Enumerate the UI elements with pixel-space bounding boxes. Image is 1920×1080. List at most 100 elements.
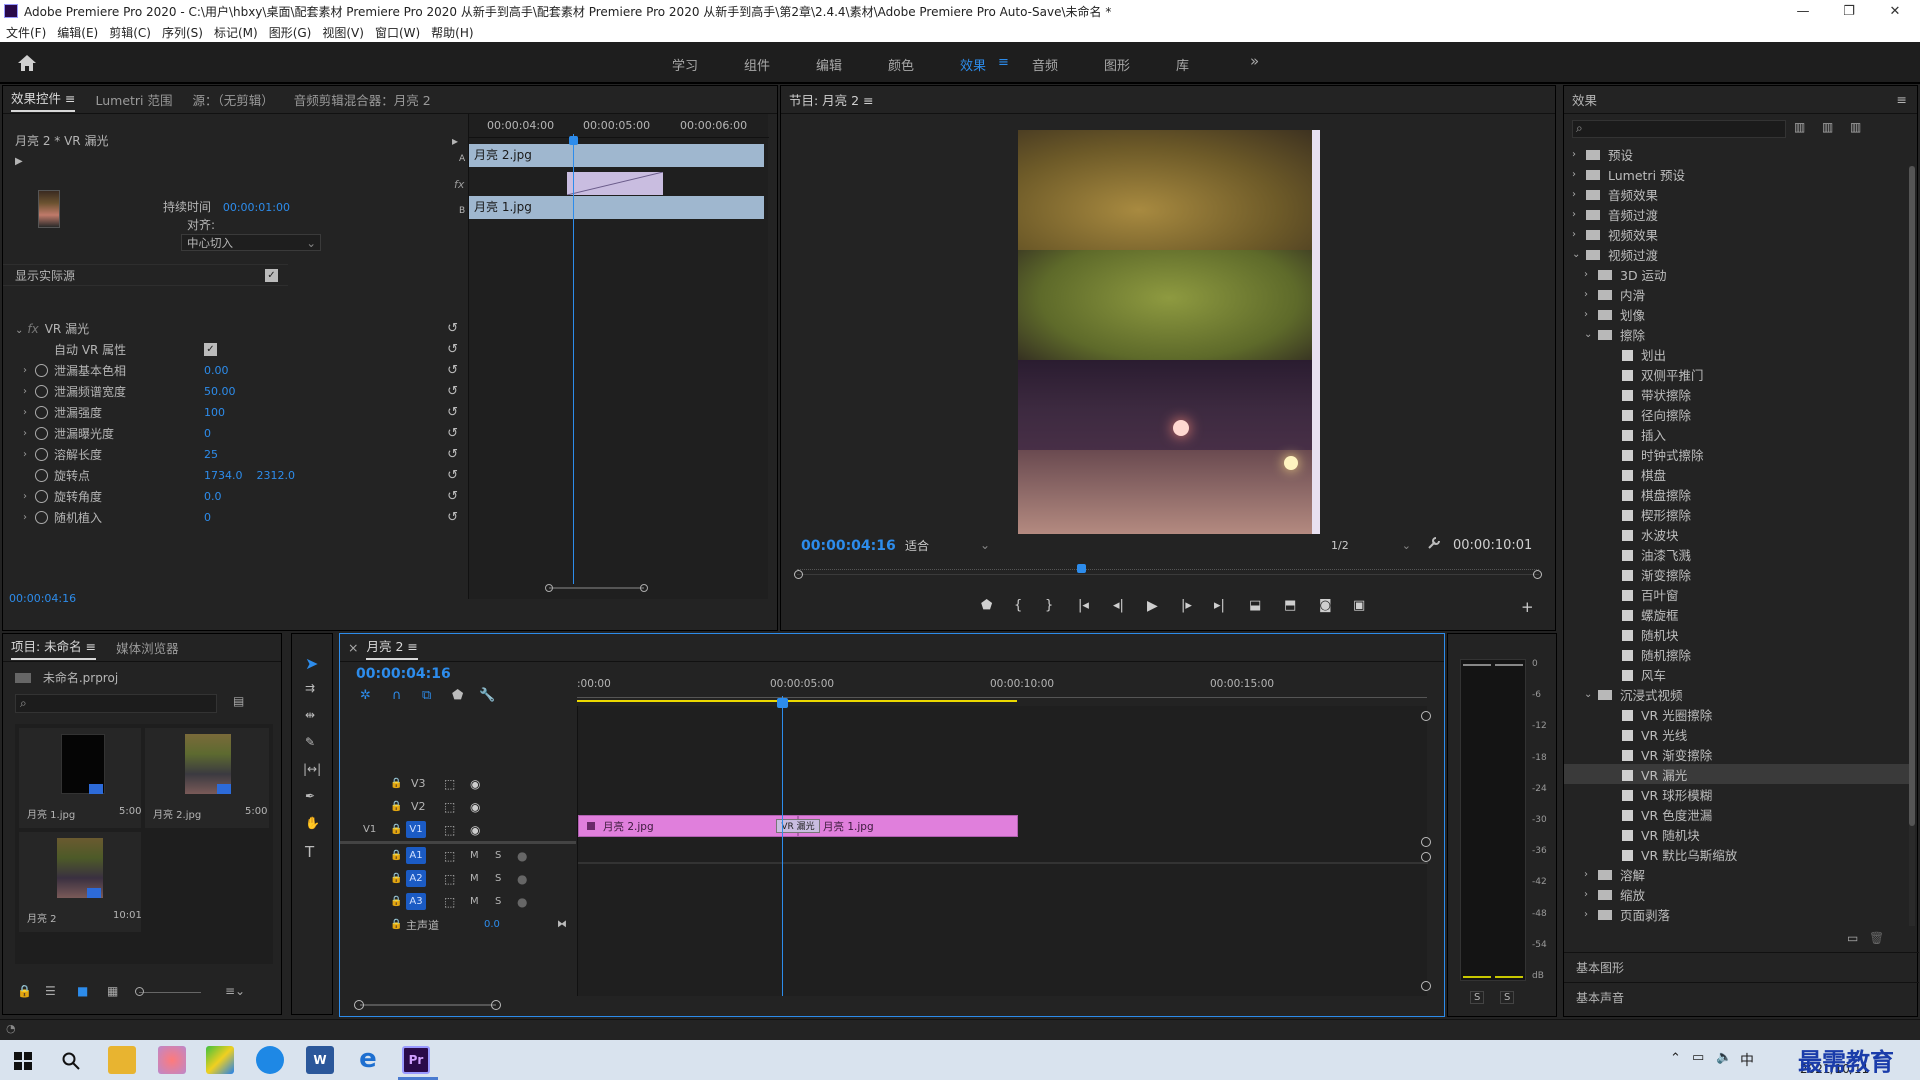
fit-dropdown[interactable]: 适合 ⌄ [905, 536, 990, 554]
effects-folder[interactable]: › 内滑 [1564, 284, 1909, 304]
eye-icon[interactable]: ◉ [470, 800, 480, 814]
expand-chevron-icon[interactable]: › [23, 428, 35, 439]
workspace-tab-libraries[interactable]: 库 [1176, 55, 1189, 74]
lock-icon[interactable]: 🔒 [390, 778, 402, 789]
chevron-down-icon[interactable]: ⌄ [1572, 249, 1586, 260]
minimize-button[interactable]: — [1780, 0, 1826, 22]
effects-scrollbar[interactable] [1909, 166, 1915, 926]
chevron-right-icon[interactable]: › [1572, 229, 1586, 240]
effects-item[interactable]: 径向擦除 [1564, 404, 1909, 424]
stopwatch-icon[interactable] [35, 469, 48, 482]
param-value[interactable]: 0 [204, 427, 211, 440]
track-select-tool-icon[interactable]: ⇉ [305, 681, 315, 695]
premiere-taskbar-icon[interactable]: Pr [402, 1046, 430, 1074]
program-video-frame[interactable] [1018, 130, 1320, 534]
expand-chevron-icon[interactable]: › [23, 386, 35, 397]
sync-lock-icon[interactable]: ⬚ [444, 800, 455, 814]
linked-selection-icon[interactable]: ⧉ [422, 688, 431, 703]
voiceover-mic-icon[interactable]: ● [517, 895, 527, 909]
duration-value[interactable]: 00:00:01:00 [223, 201, 290, 214]
freeform-view-icon[interactable]: ▦ [107, 984, 118, 998]
lock-icon[interactable]: 🔒 [390, 824, 402, 835]
effects-item[interactable]: 螺旋框 [1564, 604, 1909, 624]
effects-item[interactable]: VR 默比乌斯缩放 [1564, 844, 1909, 864]
menu-marker[interactable]: 标记(M) [214, 24, 258, 41]
effects-item[interactable]: 插入 [1564, 424, 1909, 444]
effects-panel-menu-icon[interactable]: ≡ [1897, 92, 1907, 107]
menu-view[interactable]: 视图(V) [322, 24, 364, 41]
effects-folder[interactable]: › 3D 运动 [1564, 264, 1909, 284]
project-item[interactable]: 月亮 2 10:01 [19, 832, 142, 932]
mark-out-button[interactable]: } [1045, 598, 1053, 613]
word-icon[interactable]: W [306, 1046, 334, 1074]
tab-sequence[interactable]: 月亮 2 ≡ [366, 636, 418, 660]
sync-lock-icon[interactable]: ⬚ [444, 895, 455, 909]
restore-button[interactable]: ❐ [1826, 0, 1872, 22]
type-tool-icon[interactable]: T [305, 843, 314, 861]
stopwatch-icon[interactable] [35, 364, 48, 377]
chevron-right-icon[interactable]: › [1584, 869, 1598, 880]
chevron-right-icon[interactable]: › [1584, 889, 1598, 900]
eye-icon[interactable]: ◉ [470, 777, 480, 791]
chevron-right-icon[interactable]: › [1572, 149, 1586, 160]
effects-folder[interactable]: › 页面剥落 [1564, 904, 1909, 924]
mark-in-button[interactable]: { [1014, 598, 1022, 613]
stopwatch-icon[interactable] [35, 511, 48, 524]
mute-button[interactable]: M [470, 873, 479, 884]
ec-playhead-handle[interactable] [569, 136, 578, 145]
param-value[interactable]: 25 [204, 448, 218, 461]
effects-folder[interactable]: › 溶解 [1564, 864, 1909, 884]
effects-item[interactable]: VR 漏光 [1564, 764, 1909, 784]
compare-button[interactable]: ▣ [1353, 598, 1365, 613]
effects-item[interactable]: VR 随机块 [1564, 824, 1909, 844]
solo-button[interactable]: S [495, 896, 501, 907]
lock-icon[interactable]: 🔒 [390, 873, 402, 884]
expand-chevron-icon[interactable]: › [23, 407, 35, 418]
icon-view-icon[interactable]: ■ [77, 984, 88, 998]
wrench-icon[interactable] [1427, 536, 1441, 550]
param-value[interactable]: 0.0 [204, 490, 222, 503]
new-bin-icon[interactable]: ▤ [233, 694, 244, 708]
solo-button[interactable]: S [495, 850, 501, 861]
reset-param-icon[interactable]: ↺ [447, 447, 458, 462]
effects-item[interactable]: VR 光线 [1564, 724, 1909, 744]
workspace-tab-editing[interactable]: 编辑 [816, 55, 842, 74]
program-monitor-title[interactable]: 节目: 月亮 2 ≡ [789, 90, 874, 109]
add-marker-button[interactable]: ⬟ [981, 598, 992, 613]
ec-timecode[interactable]: 00:00:04:16 [9, 592, 76, 605]
chevron-right-icon[interactable]: › [1572, 189, 1586, 200]
timeline-clip[interactable]: 月亮 2.jpg [578, 815, 798, 837]
32bit-effects-icon[interactable]: ▥ [1822, 120, 1833, 134]
sort-icon[interactable]: ≡⌄ [225, 984, 245, 998]
lock-icon[interactable]: 🔒 [17, 984, 32, 998]
ripple-edit-tool-icon[interactable]: ⇹ [305, 708, 315, 722]
accelerated-effects-icon[interactable]: ▥ [1794, 120, 1805, 134]
add-button[interactable]: + [1521, 598, 1534, 616]
expand-arrow-icon[interactable]: ▸ [452, 134, 458, 148]
master-end-icon[interactable]: ⧓ [557, 919, 567, 930]
effects-item[interactable]: 随机擦除 [1564, 644, 1909, 664]
reset-param-icon[interactable]: ↺ [447, 510, 458, 525]
effects-folder[interactable]: › 音频效果 [1564, 184, 1909, 204]
sync-lock-icon[interactable]: ⬚ [444, 777, 455, 791]
source-patch-v1[interactable]: V1 [363, 824, 376, 835]
chevron-right-icon[interactable]: › [1584, 909, 1598, 920]
project-item[interactable]: 月亮 2.jpg 5:00 [145, 728, 269, 828]
expand-chevron-icon[interactable]: › [23, 449, 35, 460]
timeline-h-scrollbar[interactable] [354, 1000, 1424, 1010]
workspace-tab-effects[interactable]: 效果 [960, 55, 986, 74]
playback-resolution-dropdown[interactable]: 1/2 ⌄ [1331, 536, 1411, 554]
tab-lumetri-scopes[interactable]: Lumetri 范围 [95, 90, 172, 109]
effects-folder[interactable]: ⌄ 视频过渡 [1564, 244, 1909, 264]
solo-button[interactable]: S [495, 873, 501, 884]
align-dropdown[interactable]: 中心切入 ⌄ [181, 234, 321, 251]
nest-toggle-icon[interactable]: ✲ [360, 688, 371, 703]
voiceover-mic-icon[interactable]: ● [517, 872, 527, 886]
effects-item[interactable]: 棋盘擦除 [1564, 484, 1909, 504]
effects-item[interactable]: 水波块 [1564, 524, 1909, 544]
expand-chevron-icon[interactable]: › [23, 512, 35, 523]
timeline-settings-icon[interactable]: 🔧 [479, 688, 495, 703]
step-back-button[interactable]: ◂| [1113, 598, 1124, 613]
effects-item[interactable]: 油漆飞溅 [1564, 544, 1909, 564]
solo-right-button[interactable]: S [1500, 991, 1515, 1004]
